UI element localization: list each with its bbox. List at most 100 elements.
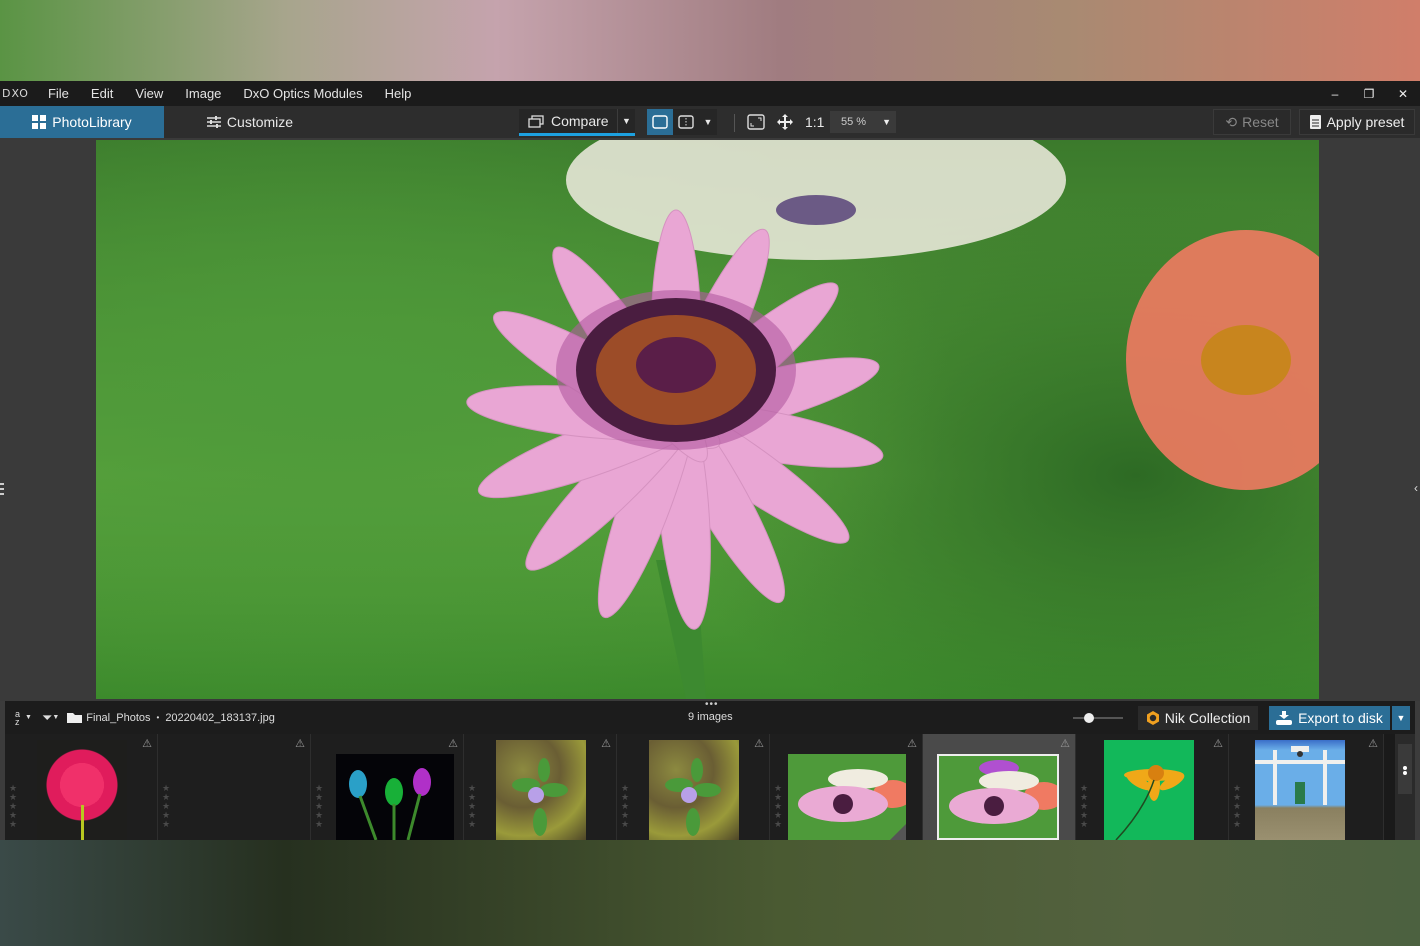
menu-view[interactable]: View xyxy=(124,86,174,101)
folder-name[interactable]: Final_Photos xyxy=(86,712,150,724)
thumbnail-item[interactable]: ★ ★ ★ ★ ★ ⚠ xyxy=(311,734,464,840)
nik-collection-icon xyxy=(1146,711,1159,725)
thumbnail-size-slider[interactable] xyxy=(1073,713,1123,723)
camera-warning-icon: ⚠ xyxy=(448,738,458,750)
thumbnail-image xyxy=(496,740,586,840)
right-panel-collapse-icon[interactable]: ‹ xyxy=(1414,481,1418,495)
export-label: Export to disk xyxy=(1298,710,1383,726)
sort-dropdown-icon[interactable]: ▼ xyxy=(25,714,32,721)
camera-warning-icon: ⚠ xyxy=(907,738,917,750)
thumbnail-image xyxy=(788,754,906,840)
image-viewer: ‹ xyxy=(0,138,1420,701)
single-view-button[interactable] xyxy=(647,109,673,135)
image-count: 9 images xyxy=(688,711,733,723)
dxo-photolab-window: DXO File Edit View Image DxO Optics Modu… xyxy=(0,81,1420,840)
apply-preset-label: Apply preset xyxy=(1326,114,1405,130)
minimize-button[interactable]: – xyxy=(1318,81,1352,106)
thumbnail-item[interactable]: ★ ★ ★ ★ ★ ⚠ xyxy=(617,734,770,840)
menu-dxo-optics-modules[interactable]: DxO Optics Modules xyxy=(232,86,373,101)
compare-button[interactable]: Compare ▼ xyxy=(519,109,635,136)
rating-stars[interactable]: ★ ★ ★ ★ ★ xyxy=(1080,784,1088,829)
window-controls: – ❐ ✕ xyxy=(1318,81,1420,106)
grid-icon xyxy=(32,115,47,129)
menu-image[interactable]: Image xyxy=(174,86,232,101)
compare-icon xyxy=(528,114,544,128)
camera-warning-icon: ⚠ xyxy=(754,738,764,750)
zoom-level-value: 55 % xyxy=(841,116,867,128)
apply-preset-button[interactable]: Apply preset xyxy=(1299,109,1415,135)
zoom-level-select[interactable]: 55 % ▼ xyxy=(830,111,896,133)
more-options-icon[interactable] xyxy=(1403,766,1407,770)
drag-handle-icon[interactable]: ••• xyxy=(705,699,719,710)
filmstrip: ★ ★ ★ ★ ★ ⚠ ★ ★ ★ ★ ★ ⚠ ★ ★ ★ ★ ★ ⚠ ★ ★ ★ ★ ★ ⚠ ★ ★ ★ ★ ★ ⚠ … xyxy=(5,734,1415,840)
rating-stars[interactable]: ★ ★ ★ ★ ★ xyxy=(774,784,782,829)
thumbnail-item[interactable]: ★ ★ ★ ★ ★ ⚠ xyxy=(5,734,158,840)
thumbnail-item[interactable]: ★ ★ ★ ★ ★ ⚠ xyxy=(464,734,617,840)
path-separator: • xyxy=(156,713,160,722)
chevron-down-icon: ▼ xyxy=(882,117,891,127)
thumbnail-image xyxy=(1104,740,1194,840)
rating-stars[interactable]: ★ ★ ★ ★ ★ xyxy=(1233,784,1241,829)
split-view-icon xyxy=(678,115,694,129)
single-view-icon xyxy=(652,115,668,129)
menu-file[interactable]: File xyxy=(37,86,80,101)
desktop-background-bottom xyxy=(0,840,1420,946)
tab-label: Customize xyxy=(226,114,294,130)
rating-stars[interactable]: ★ ★ ★ ★ ★ xyxy=(621,784,629,829)
camera-warning-icon: ⚠ xyxy=(601,738,611,750)
split-view-button[interactable] xyxy=(673,109,699,135)
filter-icon[interactable]: ⏷ xyxy=(42,710,52,726)
toolbar-divider xyxy=(734,114,735,132)
zoom-1-to-1-button[interactable]: 1:1 xyxy=(805,114,824,130)
tab-customize[interactable]: Customize xyxy=(164,106,336,138)
fit-to-screen-icon[interactable] xyxy=(747,114,765,130)
camera-warning-icon: ⚠ xyxy=(295,738,305,750)
zoom-controls: 1:1 xyxy=(747,109,824,135)
folder-icon xyxy=(67,713,83,723)
close-button[interactable]: ✕ xyxy=(1386,81,1420,106)
camera-warning-icon: ⚠ xyxy=(1060,738,1070,750)
main-photo-pink-daisy[interactable] xyxy=(96,140,1319,699)
thumbnail-image xyxy=(37,740,127,840)
dxo-logo: DXO xyxy=(2,87,29,100)
thumbnail-image xyxy=(649,740,739,840)
reset-button[interactable]: ⟲ Reset xyxy=(1213,109,1291,135)
rating-stars[interactable]: ★ ★ ★ ★ ★ xyxy=(468,784,476,829)
camera-warning-icon: ⚠ xyxy=(1368,738,1378,750)
rating-stars[interactable]: ★ ★ ★ ★ ★ xyxy=(315,784,323,829)
current-file-name: 20220402_183137.jpg xyxy=(165,711,275,724)
daisy-illustration xyxy=(466,140,1319,699)
export-to-disk-button[interactable]: Export to disk xyxy=(1269,706,1390,730)
menu-bar: DXO File Edit View Image DxO Optics Modu… xyxy=(0,81,1420,106)
thumbnail-item[interactable]: ★ ★ ★ ★ ★ ⚠ xyxy=(770,734,923,840)
thumbnail-item-selected[interactable]: ★ ★ ★ ★ ★ ⚠ xyxy=(923,734,1076,840)
thumbnail-image xyxy=(1255,740,1345,840)
export-icon xyxy=(1276,711,1293,725)
thumbnail-item[interactable]: ★ ★ ★ ★ ★ ⚠ xyxy=(158,734,448,840)
rating-stars[interactable]: ★ ★ ★ ★ ★ xyxy=(162,784,170,829)
rating-stars[interactable]: ★ ★ ★ ★ ★ xyxy=(927,784,935,829)
menu-help[interactable]: Help xyxy=(374,86,423,101)
menu-edit[interactable]: Edit xyxy=(80,86,124,101)
filmstrip-scrollbar[interactable] xyxy=(1395,734,1415,840)
nik-collection-button[interactable]: Nik Collection xyxy=(1138,706,1258,730)
left-panel-handle[interactable] xyxy=(0,483,4,497)
preset-icon xyxy=(1309,115,1321,129)
move-pan-icon[interactable] xyxy=(777,114,793,130)
filmstrip-toolbar: ••• az ▼ ⏷ ▼ Final_Photos • 20220402_183… xyxy=(5,699,1415,734)
view-mode-dropdown-icon[interactable]: ▼ xyxy=(699,109,717,135)
tab-label: PhotoLibrary xyxy=(52,114,132,130)
thumbnail-image xyxy=(937,754,1059,840)
rating-stars[interactable]: ★ ★ ★ ★ ★ xyxy=(9,784,17,829)
thumbnail-item[interactable]: ★ ★ ★ ★ ★ ⚠ xyxy=(1229,734,1384,840)
filter-dropdown-icon[interactable]: ▼ xyxy=(52,714,59,721)
thumbnail-image xyxy=(336,754,454,840)
compare-dropdown-icon[interactable]: ▼ xyxy=(617,109,635,133)
export-dropdown-icon[interactable]: ▼ xyxy=(1392,706,1410,730)
reset-label: Reset xyxy=(1242,114,1279,130)
restore-button[interactable]: ❐ xyxy=(1352,81,1386,106)
tab-photolibrary[interactable]: PhotoLibrary xyxy=(0,106,164,138)
slider-handle[interactable] xyxy=(1084,713,1094,723)
thumbnail-item[interactable]: ★ ★ ★ ★ ★ ⚠ xyxy=(1076,734,1229,840)
sort-icon[interactable]: az xyxy=(15,709,25,726)
